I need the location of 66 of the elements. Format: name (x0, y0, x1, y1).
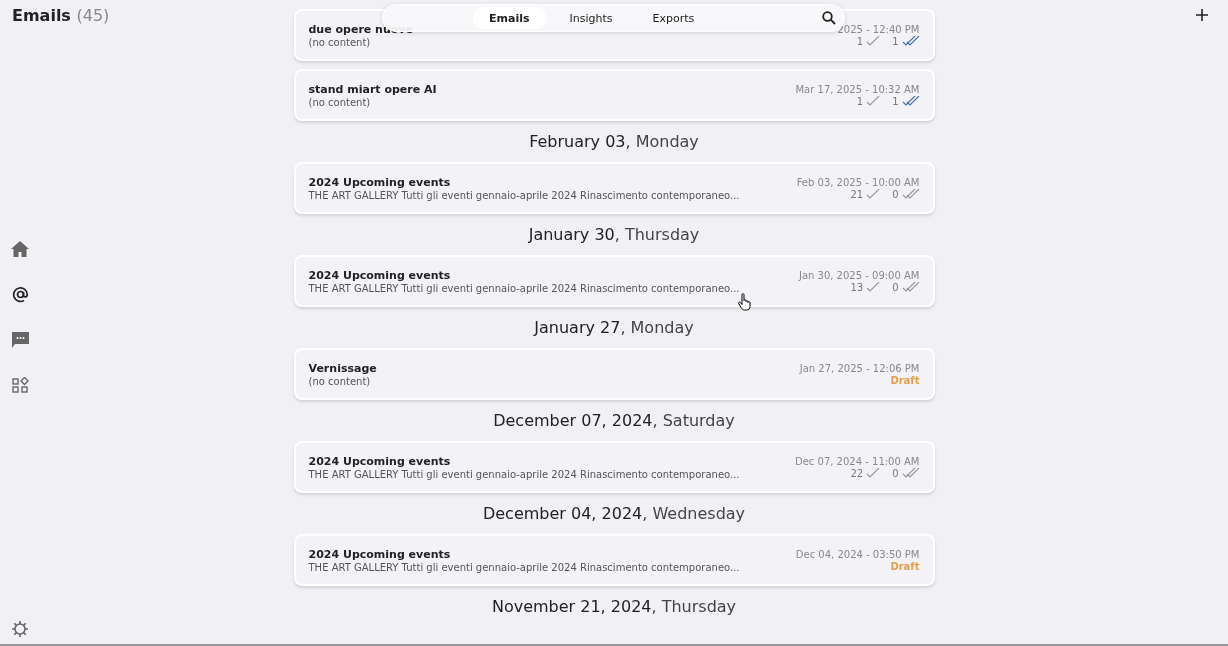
email-date: Dec 04, 2024 - 03:50 PM (795, 548, 920, 560)
email-card[interactable]: 2024 Upcoming events THE ART GALLERY Tutti gli eventi gennaio-aprile 2024 Rinascimento contemporaneo... Feb 03, 2025 - 10:00 AM 21 0 (293, 162, 935, 214)
date-heading: January 30, Thursday (528, 225, 700, 244)
date-heading: December 04, 2024, Wednesday (482, 504, 746, 523)
email-subject: Vernissage (308, 361, 377, 375)
read-count: 1 (892, 35, 899, 47)
draft-status: Draft (890, 374, 920, 386)
date-heading: December 07, 2024, Saturday (493, 411, 735, 430)
sent-count: 13 (850, 281, 864, 293)
sent-count: 1 (856, 35, 864, 47)
nav-tab[interactable]: Emails (473, 7, 546, 29)
email-card[interactable]: 2024 Upcoming events THE ART GALLERY Tutti gli eventi gennaio-aprile 2024 Rinascimento contemporaneo... Jan 30, 2025 - 09:00 AM 13 0 (293, 255, 935, 307)
email-date: 2025 - 12:40 PM (837, 23, 920, 35)
email-preview: THE ART GALLERY Tutti gli eventi gennaio-aprile 2024 Rinascimento contemporaneo... (308, 282, 740, 294)
email-date: Jan 27, 2025 - 12:06 PM (799, 362, 920, 374)
date-heading: January 27, Monday (534, 318, 694, 337)
email-date: Jan 30, 2025 - 09:00 AM (798, 269, 920, 281)
read-count: 0 (892, 188, 899, 200)
date-heading: November 21, 2024, Thursday (491, 597, 737, 616)
email-date: Mar 17, 2025 - 10:32 AM (795, 83, 920, 95)
email-subject: 2024 Upcoming events (308, 547, 452, 561)
read-count: 1 (892, 95, 899, 107)
draft-status: Draft (890, 560, 920, 572)
email-subject: 2024 Upcoming events (308, 454, 452, 468)
email-card[interactable]: stand miart opere AI (no content) Mar 17, 2025 - 10:32 AM 1 1 (293, 69, 935, 121)
sent-check-icon (866, 282, 881, 292)
email-subject: 2024 Upcoming events (308, 268, 452, 282)
email-preview: THE ART GALLERY Tutti gli eventi gennaio-aprile 2024 Rinascimento contemporaneo... (308, 189, 740, 201)
email-date: Feb 03, 2025 - 10:00 AM (796, 176, 920, 188)
sent-check-icon (866, 96, 881, 106)
email-date: Dec 07, 2024 - 11:00 AM (795, 455, 920, 467)
read-double-check-icon (901, 36, 920, 46)
read-double-check-icon (901, 468, 920, 478)
add-icon[interactable] (1196, 9, 1208, 21)
read-double-check-icon (901, 96, 920, 106)
hand-pointer-icon (738, 293, 752, 311)
nav-tab[interactable]: Insights (553, 7, 629, 29)
sent-check-icon (866, 189, 881, 199)
read-double-check-icon (901, 189, 920, 199)
apps-grid-icon[interactable] (11, 377, 29, 394)
email-preview: THE ART GALLERY Tutti gli eventi gennaio-aprile 2024 Rinascimento contemporaneo... (308, 561, 740, 573)
email-subject: stand miart opere AI (308, 82, 437, 96)
sent-check-icon (866, 468, 881, 478)
sent-count: 22 (850, 467, 864, 479)
sent-count: 21 (850, 188, 864, 200)
read-count: 0 (892, 467, 899, 479)
sent-count: 1 (856, 95, 864, 107)
at-sign-icon[interactable] (11, 286, 29, 303)
settings-icon[interactable] (11, 620, 29, 638)
email-preview: (no content) (308, 36, 372, 48)
chat-bubble-icon[interactable] (11, 332, 29, 348)
email-subject: 2024 Upcoming events (308, 175, 452, 189)
home-icon[interactable] (11, 241, 29, 257)
search-icon[interactable] (822, 11, 836, 25)
email-card[interactable]: 2024 Upcoming events THE ART GALLERY Tutti gli eventi gennaio-aprile 2024 Rinascimento contemporaneo... Dec 07, 2024 - 11:00 AM 22 0 (293, 441, 935, 493)
email-preview: (no content) (308, 375, 372, 387)
read-double-check-icon (901, 282, 920, 292)
nav-tab[interactable]: Exports (636, 7, 711, 29)
email-preview: (no content) (308, 96, 372, 108)
read-count: 0 (892, 281, 899, 293)
page-title: Emails (45) (12, 6, 110, 25)
email-card[interactable]: Vernissage (no content) Jan 27, 2025 - 12:06 PM Draft (293, 348, 935, 400)
email-card[interactable]: 2024 Upcoming events THE ART GALLERY Tutti gli eventi gennaio-aprile 2024 Rinascimento contemporaneo... Dec 04, 2024 - 03:50 PM Draft (293, 534, 935, 586)
sent-check-icon (866, 36, 881, 46)
date-heading: February 03, Monday (529, 132, 699, 151)
email-preview: THE ART GALLERY Tutti gli eventi gennaio-aprile 2024 Rinascimento contemporaneo... (308, 468, 740, 480)
